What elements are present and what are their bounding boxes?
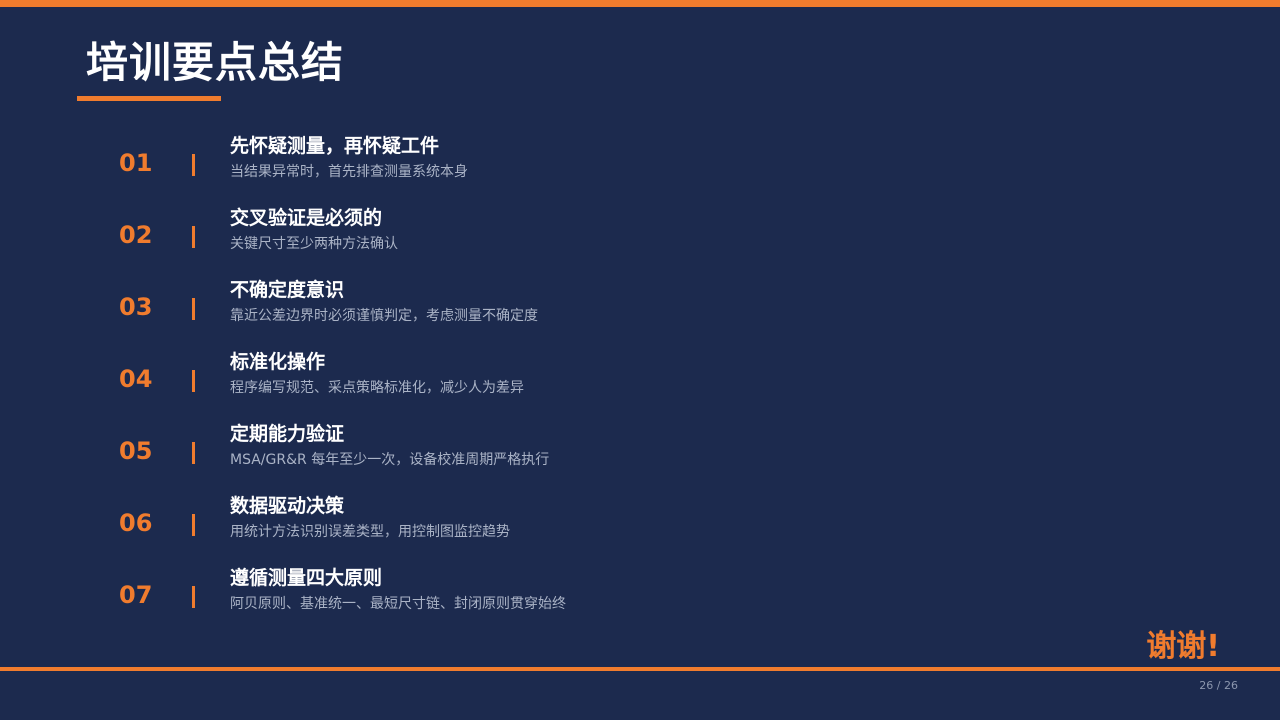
point-divider: [192, 298, 195, 320]
point-number: 03: [119, 293, 153, 321]
point-number: 07: [119, 581, 153, 609]
point-divider: [192, 442, 195, 464]
list-item: 03 不确定度意识 靠近公差边界时必须谨慎判定，考虑测量不确定度: [0, 276, 1280, 336]
list-item: 06 数据驱动决策 用统计方法识别误差类型，用控制图监控趋势: [0, 492, 1280, 552]
point-heading: 交叉验证是必须的: [230, 207, 383, 229]
point-description: MSA/GR&R 每年至少一次，设备校准周期严格执行: [230, 452, 550, 468]
point-description: 用统计方法识别误差类型，用控制图监控趋势: [230, 524, 510, 540]
bottom-accent-bar: [0, 667, 1280, 671]
point-description: 程序编写规范、采点策略标准化，减少人为差异: [230, 380, 524, 396]
page-number: 26 / 26: [1199, 679, 1238, 692]
point-divider: [192, 370, 195, 392]
thanks-text: 谢谢!: [1146, 629, 1220, 664]
point-number: 06: [119, 509, 153, 537]
point-description: 靠近公差边界时必须谨慎判定，考虑测量不确定度: [230, 308, 538, 324]
list-item: 01 先怀疑测量，再怀疑工件 当结果异常时，首先排查测量系统本身: [0, 132, 1280, 192]
key-points-list: 01 先怀疑测量，再怀疑工件 当结果异常时，首先排查测量系统本身 02 交叉验证…: [0, 0, 1280, 720]
point-heading: 遵循测量四大原则: [230, 567, 383, 589]
list-item: 02 交叉验证是必须的 关键尺寸至少两种方法确认: [0, 204, 1280, 264]
point-description: 当结果异常时，首先排查测量系统本身: [230, 164, 468, 180]
list-item: 07 遵循测量四大原则 阿贝原则、基准统一、最短尺寸链、封闭原则贯穿始终: [0, 564, 1280, 624]
point-heading: 不确定度意识: [230, 279, 345, 301]
point-number: 01: [119, 149, 153, 177]
point-heading: 数据驱动决策: [230, 495, 345, 517]
list-item: 04 标准化操作 程序编写规范、采点策略标准化，减少人为差异: [0, 348, 1280, 408]
point-number: 04: [119, 365, 153, 393]
point-number: 05: [119, 437, 153, 465]
point-divider: [192, 226, 195, 248]
point-description: 阿贝原则、基准统一、最短尺寸链、封闭原则贯穿始终: [230, 596, 566, 612]
point-description: 关键尺寸至少两种方法确认: [230, 236, 398, 252]
point-divider: [192, 154, 195, 176]
point-divider: [192, 514, 195, 536]
slide: 培训要点总结 01 先怀疑测量，再怀疑工件 当结果异常时，首先排查测量系统本身 …: [0, 0, 1280, 720]
list-item: 05 定期能力验证 MSA/GR&R 每年至少一次，设备校准周期严格执行: [0, 420, 1280, 480]
point-heading: 标准化操作: [230, 351, 326, 373]
point-heading: 定期能力验证: [230, 423, 345, 445]
point-number: 02: [119, 221, 153, 249]
point-divider: [192, 586, 195, 608]
point-heading: 先怀疑测量，再怀疑工件: [230, 135, 440, 157]
